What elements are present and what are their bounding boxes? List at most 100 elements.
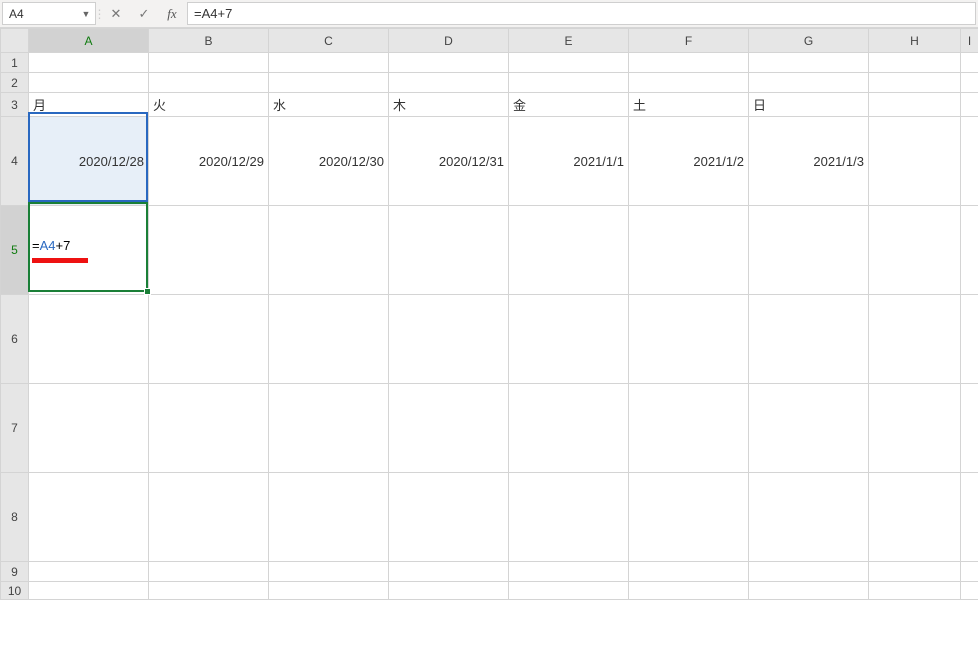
cell-B5[interactable] (149, 206, 269, 295)
cell-I6[interactable] (961, 295, 978, 384)
row-header-9[interactable]: 9 (1, 562, 29, 582)
cell-E1[interactable] (509, 53, 629, 73)
cell-E7[interactable] (509, 384, 629, 473)
insert-function-button[interactable]: fx (163, 5, 181, 23)
row-header-6[interactable]: 6 (1, 295, 29, 384)
col-header-D[interactable]: D (389, 29, 509, 53)
cell-F4[interactable]: 2021/1/2 (629, 117, 749, 206)
cell-G7[interactable] (749, 384, 869, 473)
row-header-4[interactable]: 4 (1, 117, 29, 206)
col-header-H[interactable]: H (869, 29, 961, 53)
cell-F2[interactable] (629, 73, 749, 93)
cell-E4[interactable]: 2021/1/1 (509, 117, 629, 206)
cell-B6[interactable] (149, 295, 269, 384)
cell-D3[interactable]: 木 (389, 93, 509, 117)
enter-button[interactable]: ✓ (135, 5, 153, 23)
cell-I10[interactable] (961, 582, 978, 600)
cell-D2[interactable] (389, 73, 509, 93)
cell-F6[interactable] (629, 295, 749, 384)
cell-C1[interactable] (269, 53, 389, 73)
cell-I7[interactable] (961, 384, 978, 473)
cell-F7[interactable] (629, 384, 749, 473)
cell-B3[interactable]: 火 (149, 93, 269, 117)
cell-B8[interactable] (149, 473, 269, 562)
row-header-5[interactable]: 5 (1, 206, 29, 295)
cell-E8[interactable] (509, 473, 629, 562)
cell-H6[interactable] (869, 295, 961, 384)
cell-F1[interactable] (629, 53, 749, 73)
cell-F9[interactable] (629, 562, 749, 582)
cell-E5[interactable] (509, 206, 629, 295)
spreadsheet-grid[interactable]: A B C D E F G H I 1 2 (0, 28, 978, 652)
cell-I5[interactable] (961, 206, 978, 295)
cell-C3[interactable]: 水 (269, 93, 389, 117)
cell-F8[interactable] (629, 473, 749, 562)
cell-D4[interactable]: 2020/12/31 (389, 117, 509, 206)
cell-A9[interactable] (29, 562, 149, 582)
cell-E10[interactable] (509, 582, 629, 600)
col-header-C[interactable]: C (269, 29, 389, 53)
cell-C6[interactable] (269, 295, 389, 384)
cell-B9[interactable] (149, 562, 269, 582)
cell-A6[interactable] (29, 295, 149, 384)
cell-A1[interactable] (29, 53, 149, 73)
cell-F5[interactable] (629, 206, 749, 295)
cell-I1[interactable] (961, 53, 978, 73)
cell-A10[interactable] (29, 582, 149, 600)
cell-H1[interactable] (869, 53, 961, 73)
col-header-B[interactable]: B (149, 29, 269, 53)
cell-A3[interactable]: 月 (29, 93, 149, 117)
cell-H7[interactable] (869, 384, 961, 473)
select-all-corner[interactable] (1, 29, 29, 53)
cell-D10[interactable] (389, 582, 509, 600)
cell-D9[interactable] (389, 562, 509, 582)
cell-B1[interactable] (149, 53, 269, 73)
cell-C2[interactable] (269, 73, 389, 93)
cell-A4[interactable]: 2020/12/28 (29, 117, 149, 206)
cell-B4[interactable]: 2020/12/29 (149, 117, 269, 206)
cell-C7[interactable] (269, 384, 389, 473)
row-header-7[interactable]: 7 (1, 384, 29, 473)
cell-H10[interactable] (869, 582, 961, 600)
row-header-1[interactable]: 1 (1, 53, 29, 73)
cell-G6[interactable] (749, 295, 869, 384)
cell-D5[interactable] (389, 206, 509, 295)
cell-G10[interactable] (749, 582, 869, 600)
cell-E6[interactable] (509, 295, 629, 384)
cell-D7[interactable] (389, 384, 509, 473)
col-header-G[interactable]: G (749, 29, 869, 53)
cell-I9[interactable] (961, 562, 978, 582)
row-header-10[interactable]: 10 (1, 582, 29, 600)
cell-G2[interactable] (749, 73, 869, 93)
row-header-2[interactable]: 2 (1, 73, 29, 93)
cell-E2[interactable] (509, 73, 629, 93)
cell-H2[interactable] (869, 73, 961, 93)
row-header-8[interactable]: 8 (1, 473, 29, 562)
cell-A2[interactable] (29, 73, 149, 93)
cell-F10[interactable] (629, 582, 749, 600)
cell-B7[interactable] (149, 384, 269, 473)
col-header-E[interactable]: E (509, 29, 629, 53)
cell-F3[interactable]: 土 (629, 93, 749, 117)
cancel-button[interactable]: ✕ (107, 5, 125, 23)
cell-C9[interactable] (269, 562, 389, 582)
name-box-dropdown-icon[interactable]: ▼ (79, 7, 93, 21)
cell-C4[interactable]: 2020/12/30 (269, 117, 389, 206)
cell-G5[interactable] (749, 206, 869, 295)
cell-I4[interactable] (961, 117, 978, 206)
cell-A7[interactable] (29, 384, 149, 473)
cell-D6[interactable] (389, 295, 509, 384)
cell-C5[interactable] (269, 206, 389, 295)
cell-D1[interactable] (389, 53, 509, 73)
cell-C10[interactable] (269, 582, 389, 600)
cell-A5[interactable]: =A4+7 (29, 206, 149, 295)
cell-A8[interactable] (29, 473, 149, 562)
cell-H3[interactable] (869, 93, 961, 117)
cell-G3[interactable]: 日 (749, 93, 869, 117)
cell-B10[interactable] (149, 582, 269, 600)
cell-H5[interactable] (869, 206, 961, 295)
cell-H8[interactable] (869, 473, 961, 562)
cell-I2[interactable] (961, 73, 978, 93)
cell-C8[interactable] (269, 473, 389, 562)
cell-G1[interactable] (749, 53, 869, 73)
